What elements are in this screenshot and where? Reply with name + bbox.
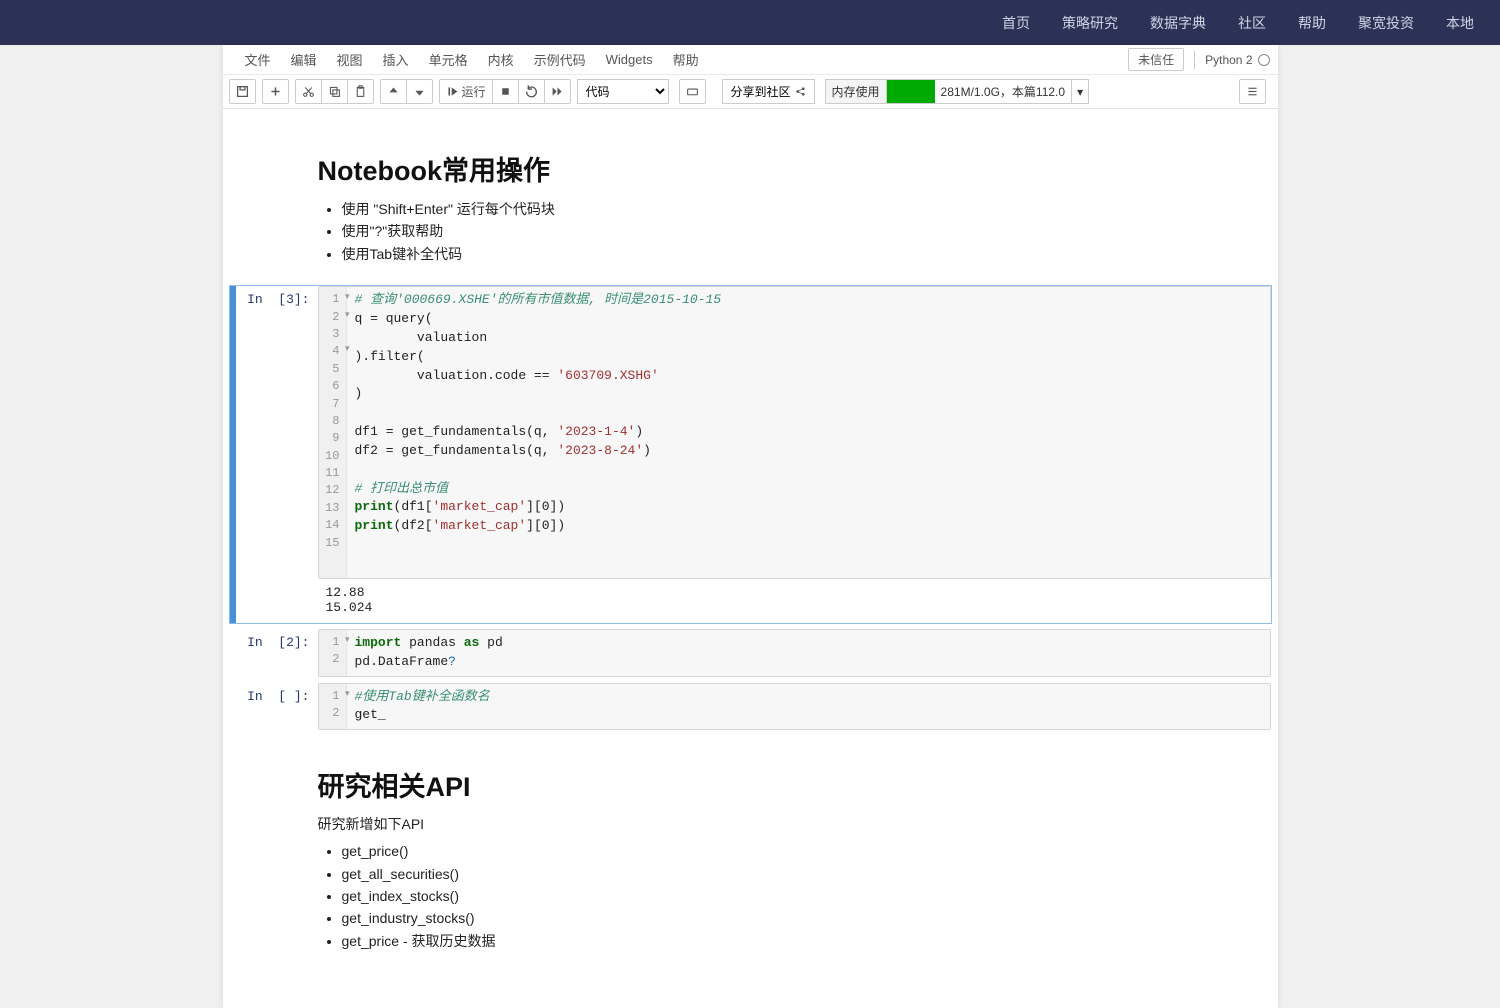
trust-button[interactable]: 未信任 <box>1128 48 1184 71</box>
cell-prompt: In [2]: <box>236 629 318 677</box>
memory-text: 281M/1.0G，本篇112.0 <box>935 83 1072 100</box>
code-editor[interactable]: import pandas as pd pd.DataFrame? <box>347 630 1270 676</box>
menu-widgets[interactable]: Widgets <box>596 48 663 71</box>
toolbar: 运行 代码 分享到社区 内存使用 281M/1.0G，本篇112.0 ▾ <box>223 75 1278 109</box>
menu-cell[interactable]: 单元格 <box>419 46 478 73</box>
menu-kernel[interactable]: 内核 <box>478 46 524 73</box>
menu-sample[interactable]: 示例代码 <box>524 46 596 73</box>
line-gutter: 123456789101112131415 <box>319 287 347 578</box>
api-subtitle: 研究新增如下API <box>318 814 1183 834</box>
stop-button[interactable] <box>492 79 519 104</box>
run-label: 运行 <box>462 83 486 100</box>
share-icon <box>795 86 806 97</box>
cell-prompt: In [3]: <box>236 286 318 623</box>
menu-edit[interactable]: 编辑 <box>281 46 327 73</box>
list-item: get_price - 获取历史数据 <box>342 930 1183 952</box>
nav-link-invest[interactable]: 聚宽投资 <box>1358 13 1414 33</box>
list-item: get_index_stocks() <box>342 885 1183 907</box>
command-palette-button[interactable] <box>679 79 706 104</box>
save-button[interactable] <box>229 79 256 104</box>
list-item: 使用"?"获取帮助 <box>342 220 1183 242</box>
kernel-idle-icon <box>1258 54 1270 66</box>
code-cell[interactable]: In [ ]: 12 #使用Tab键补全函数名 get_ <box>229 682 1272 732</box>
run-button[interactable]: 运行 <box>439 79 493 104</box>
nav-link-help[interactable]: 帮助 <box>1298 13 1326 33</box>
notebook-area: Notebook常用操作 使用 "Shift+Enter" 运行每个代码块 使用… <box>223 109 1278 1008</box>
move-down-button[interactable] <box>406 79 433 104</box>
restart-button[interactable] <box>518 79 545 104</box>
nav-link-home[interactable]: 首页 <box>1002 13 1030 33</box>
cell-output: 12.88 15.024 <box>318 579 1271 623</box>
nav-link-local[interactable]: 本地 <box>1446 13 1474 33</box>
share-button[interactable]: 分享到社区 <box>722 79 815 104</box>
code-editor[interactable]: #使用Tab键补全函数名 get_ <box>347 684 1270 730</box>
memory-indicator: 内存使用 281M/1.0G，本篇112.0 ▾ <box>825 79 1090 104</box>
menubar: 文件 编辑 视图 插入 单元格 内核 示例代码 Widgets 帮助 未信任 P… <box>223 45 1278 75</box>
cell-prompt: In [ ]: <box>236 683 318 731</box>
add-cell-button[interactable] <box>262 79 289 104</box>
memory-label: 内存使用 <box>826 80 887 103</box>
memory-bar <box>887 80 935 103</box>
memory-dropdown[interactable]: ▾ <box>1071 80 1088 103</box>
line-gutter: 12 <box>319 630 347 676</box>
kernel-name: Python 2 <box>1205 53 1252 67</box>
heading-api: 研究相关API <box>318 765 1183 804</box>
cut-button[interactable] <box>295 79 322 104</box>
move-up-button[interactable] <box>380 79 407 104</box>
notebook-container: 文件 编辑 视图 插入 单元格 内核 示例代码 Widgets 帮助 未信任 P… <box>223 45 1278 1008</box>
toc-button[interactable] <box>1239 79 1266 104</box>
paste-button[interactable] <box>347 79 374 104</box>
nav-link-dict[interactable]: 数据字典 <box>1150 13 1206 33</box>
kernel-indicator: Python 2 <box>1205 53 1269 67</box>
intro-list: 使用 "Shift+Enter" 运行每个代码块 使用"?"获取帮助 使用Tab… <box>342 198 1183 265</box>
api-list: get_price() get_all_securities() get_ind… <box>342 840 1183 952</box>
top-navigation: 首页 策略研究 数据字典 社区 帮助 聚宽投资 本地 <box>0 0 1500 45</box>
markdown-cell-intro[interactable]: Notebook常用操作 使用 "Shift+Enter" 运行每个代码块 使用… <box>223 119 1278 281</box>
list-item: 使用Tab键补全代码 <box>342 243 1183 265</box>
list-item: get_industry_stocks() <box>342 907 1183 929</box>
code-cell[interactable]: In [2]: 12 import pandas as pd pd.DataFr… <box>229 628 1272 678</box>
cell-input-area[interactable]: 12 #使用Tab键补全函数名 get_ <box>318 683 1271 731</box>
code-editor[interactable]: # 查询'000669.XSHE'的所有市值数据, 时间是2015-10-15 … <box>347 287 1270 578</box>
cell-input-area[interactable]: 12 import pandas as pd pd.DataFrame? <box>318 629 1271 677</box>
cell-input-area[interactable]: 123456789101112131415 # 查询'000669.XSHE'的… <box>318 286 1271 579</box>
menu-view[interactable]: 视图 <box>327 46 373 73</box>
run-icon <box>446 85 459 98</box>
separator <box>1194 51 1195 69</box>
cell-type-select[interactable]: 代码 <box>577 79 669 104</box>
markdown-cell-api[interactable]: 研究相关API 研究新增如下API get_price() get_all_se… <box>223 735 1278 968</box>
list-item: get_price() <box>342 840 1183 862</box>
line-gutter: 12 <box>319 684 347 730</box>
list-item: 使用 "Shift+Enter" 运行每个代码块 <box>342 198 1183 220</box>
run-all-button[interactable] <box>544 79 571 104</box>
code-cell[interactable]: In [3]: 123456789101112131415 # 查询'00066… <box>229 285 1272 624</box>
nav-link-research[interactable]: 策略研究 <box>1062 13 1118 33</box>
share-label: 分享到社区 <box>731 83 791 100</box>
menu-help[interactable]: 帮助 <box>663 46 709 73</box>
heading-notebook-ops: Notebook常用操作 <box>318 149 1183 188</box>
list-item: get_all_securities() <box>342 863 1183 885</box>
menu-file[interactable]: 文件 <box>235 46 281 73</box>
copy-button[interactable] <box>321 79 348 104</box>
nav-link-community[interactable]: 社区 <box>1238 13 1266 33</box>
menu-insert[interactable]: 插入 <box>373 46 419 73</box>
